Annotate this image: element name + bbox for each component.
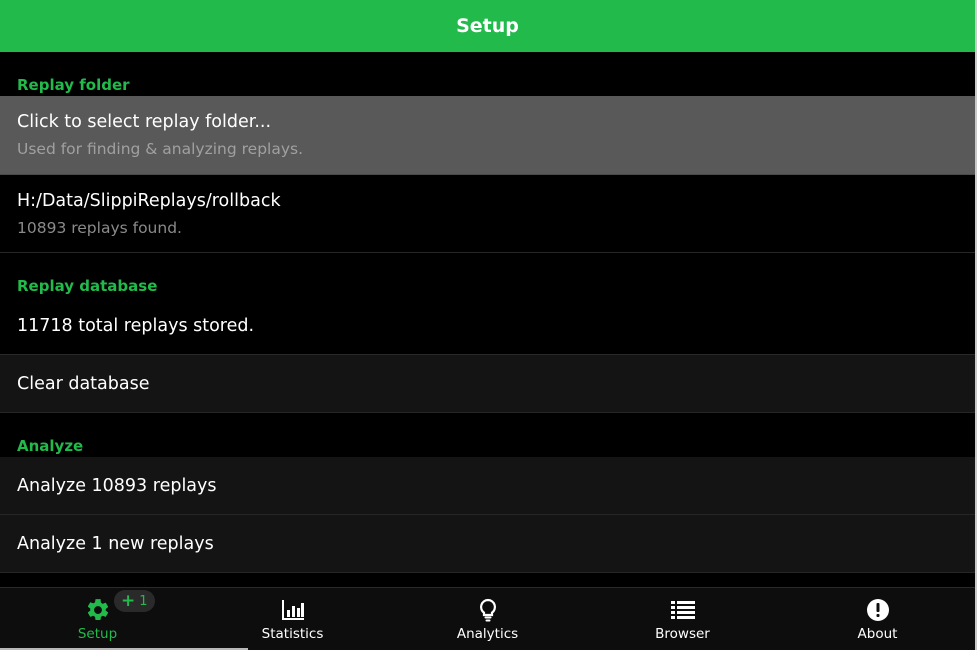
tab-statistics-label: Statistics <box>261 626 324 642</box>
analyze-all-replays-button[interactable]: Analyze 10893 replays <box>0 457 975 515</box>
list-icon <box>670 601 695 619</box>
tab-about-label: About <box>857 626 898 642</box>
section-header-replay-folder: Replay folder <box>17 76 130 94</box>
tab-setup-label: Setup <box>77 626 118 642</box>
settings-list: Replay folder Click to select replay fol… <box>0 52 975 587</box>
select-folder-title: Click to select replay folder... <box>17 112 272 132</box>
total-replays-stored: 11718 total replays stored. <box>17 316 255 336</box>
app-window: Setup Replay folder Click to select repl… <box>0 0 977 650</box>
tab-setup[interactable]: Setup + 1 <box>0 588 195 648</box>
folder-path: H:/Data/SlippiReplays/rollback <box>17 191 281 211</box>
select-replay-folder-item[interactable]: Click to select replay folder... Used fo… <box>0 96 975 175</box>
lightbulb-icon <box>479 598 496 622</box>
new-replays-badge: + 1 <box>114 590 155 612</box>
page-title: Setup <box>456 15 519 37</box>
analyze-new-replays-button[interactable]: Analyze 1 new replays <box>0 515 975 573</box>
tab-analytics[interactable]: Analytics <box>390 588 585 648</box>
total-replays-stored-item: 11718 total replays stored. <box>0 298 975 355</box>
tab-about[interactable]: About <box>780 588 975 648</box>
section-header-analyze: Analyze <box>17 437 84 455</box>
replays-found-count: 10893 replays found. <box>17 219 182 237</box>
section-header-replay-database: Replay database <box>17 277 158 295</box>
app-header: Setup <box>0 0 975 52</box>
analyze-all-label: Analyze 10893 replays <box>17 476 217 496</box>
badge-count: 1 <box>139 593 148 609</box>
current-folder-item[interactable]: H:/Data/SlippiReplays/rollback 10893 rep… <box>0 175 975 253</box>
plus-icon: + <box>121 590 136 611</box>
tab-statistics[interactable]: Statistics <box>195 588 390 648</box>
tab-analytics-label: Analytics <box>456 626 519 642</box>
select-folder-subtitle: Used for finding & analyzing replays. <box>17 140 304 158</box>
tab-browser[interactable]: Browser <box>585 588 780 648</box>
bar-chart-icon <box>281 600 304 620</box>
clear-database-label: Clear database <box>17 374 150 394</box>
clear-database-button[interactable]: Clear database <box>0 355 975 413</box>
gear-icon <box>87 599 108 620</box>
analyze-new-label: Analyze 1 new replays <box>17 534 214 554</box>
bottom-navigation: Setup + 1 Statistics Analytics Browser A… <box>0 587 975 650</box>
info-alert-icon <box>866 599 889 621</box>
tab-browser-label: Browser <box>655 626 710 642</box>
